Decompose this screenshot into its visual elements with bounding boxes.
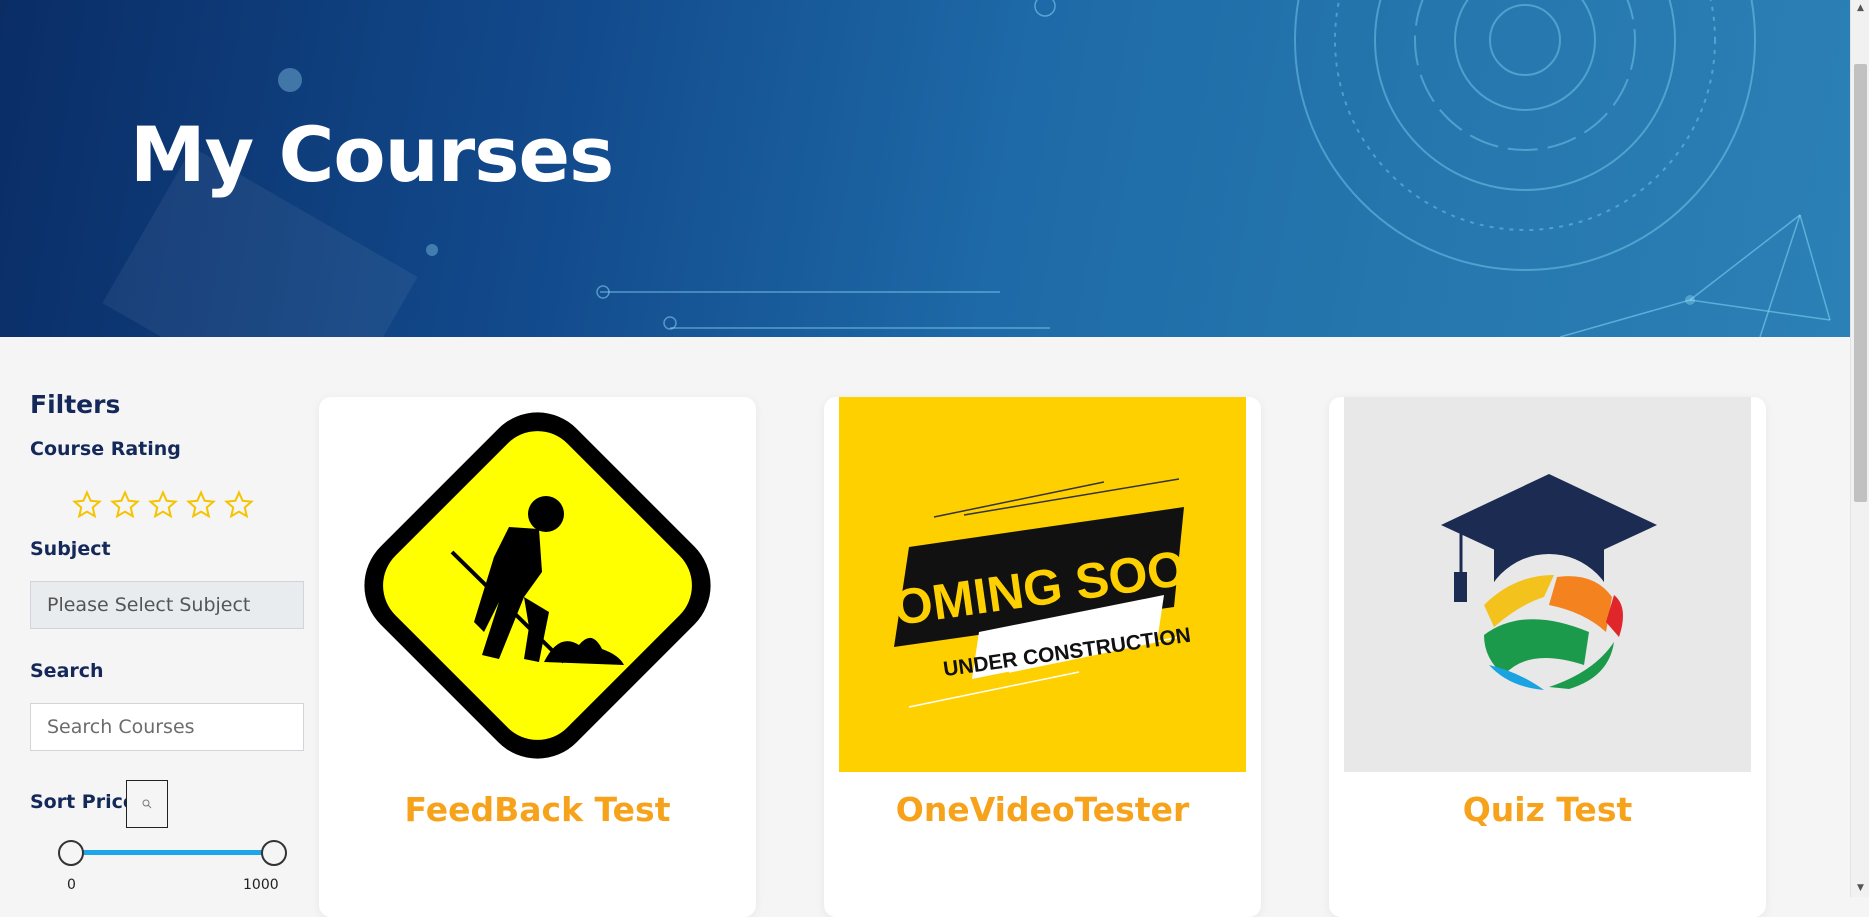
star-icon[interactable] (186, 490, 216, 520)
course-card[interactable]: COMING SOON UNDER CONSTRUCTION OneVideoT… (824, 397, 1261, 917)
subject-label: Subject (30, 538, 111, 560)
star-icon[interactable] (148, 490, 178, 520)
page-title: My Courses (130, 110, 614, 199)
graduation-cap-globe-logo (1344, 397, 1751, 772)
hero-banner: My Courses (0, 0, 1850, 337)
star-icon[interactable] (110, 490, 140, 520)
course-card[interactable]: Quiz Test (1329, 397, 1766, 917)
price-range-track[interactable] (71, 850, 274, 855)
magnifier-icon (142, 799, 152, 809)
course-thumbnail[interactable]: COMING SOON UNDER CONSTRUCTION (839, 397, 1246, 772)
scroll-thumb[interactable] (1854, 64, 1867, 502)
price-max-value: 1000 (243, 877, 279, 893)
course-thumbnail[interactable] (1344, 397, 1751, 772)
price-min-value: 0 (67, 877, 76, 893)
course-title[interactable]: OneVideoTester (824, 790, 1261, 829)
star-icon[interactable] (72, 490, 102, 520)
sort-search-icon[interactable] (126, 780, 168, 828)
price-max-handle[interactable] (261, 840, 287, 866)
search-label: Search (30, 660, 104, 682)
search-input[interactable] (30, 703, 304, 751)
course-rating-label: Course Rating (30, 438, 181, 460)
price-min-handle[interactable] (58, 840, 84, 866)
scroll-up-arrow-icon[interactable]: ▲ (1851, 0, 1869, 17)
sort-price-label: Sort Price (30, 791, 136, 813)
course-title[interactable]: Quiz Test (1329, 790, 1766, 829)
vertical-scrollbar[interactable]: ▲ ▼ (1850, 0, 1869, 897)
filters-title: Filters (30, 390, 121, 419)
course-card[interactable]: FeedBack Test (319, 397, 756, 917)
course-title[interactable]: FeedBack Test (319, 790, 756, 829)
rating-stars (72, 490, 254, 520)
star-icon[interactable] (224, 490, 254, 520)
coming-soon-banner: COMING SOON UNDER CONSTRUCTION (839, 397, 1246, 772)
subject-select[interactable]: Please Select Subject (30, 581, 304, 629)
course-thumbnail[interactable] (334, 397, 741, 772)
scroll-down-arrow-icon[interactable]: ▼ (1851, 880, 1869, 897)
construction-worker-sign-icon (334, 397, 741, 772)
